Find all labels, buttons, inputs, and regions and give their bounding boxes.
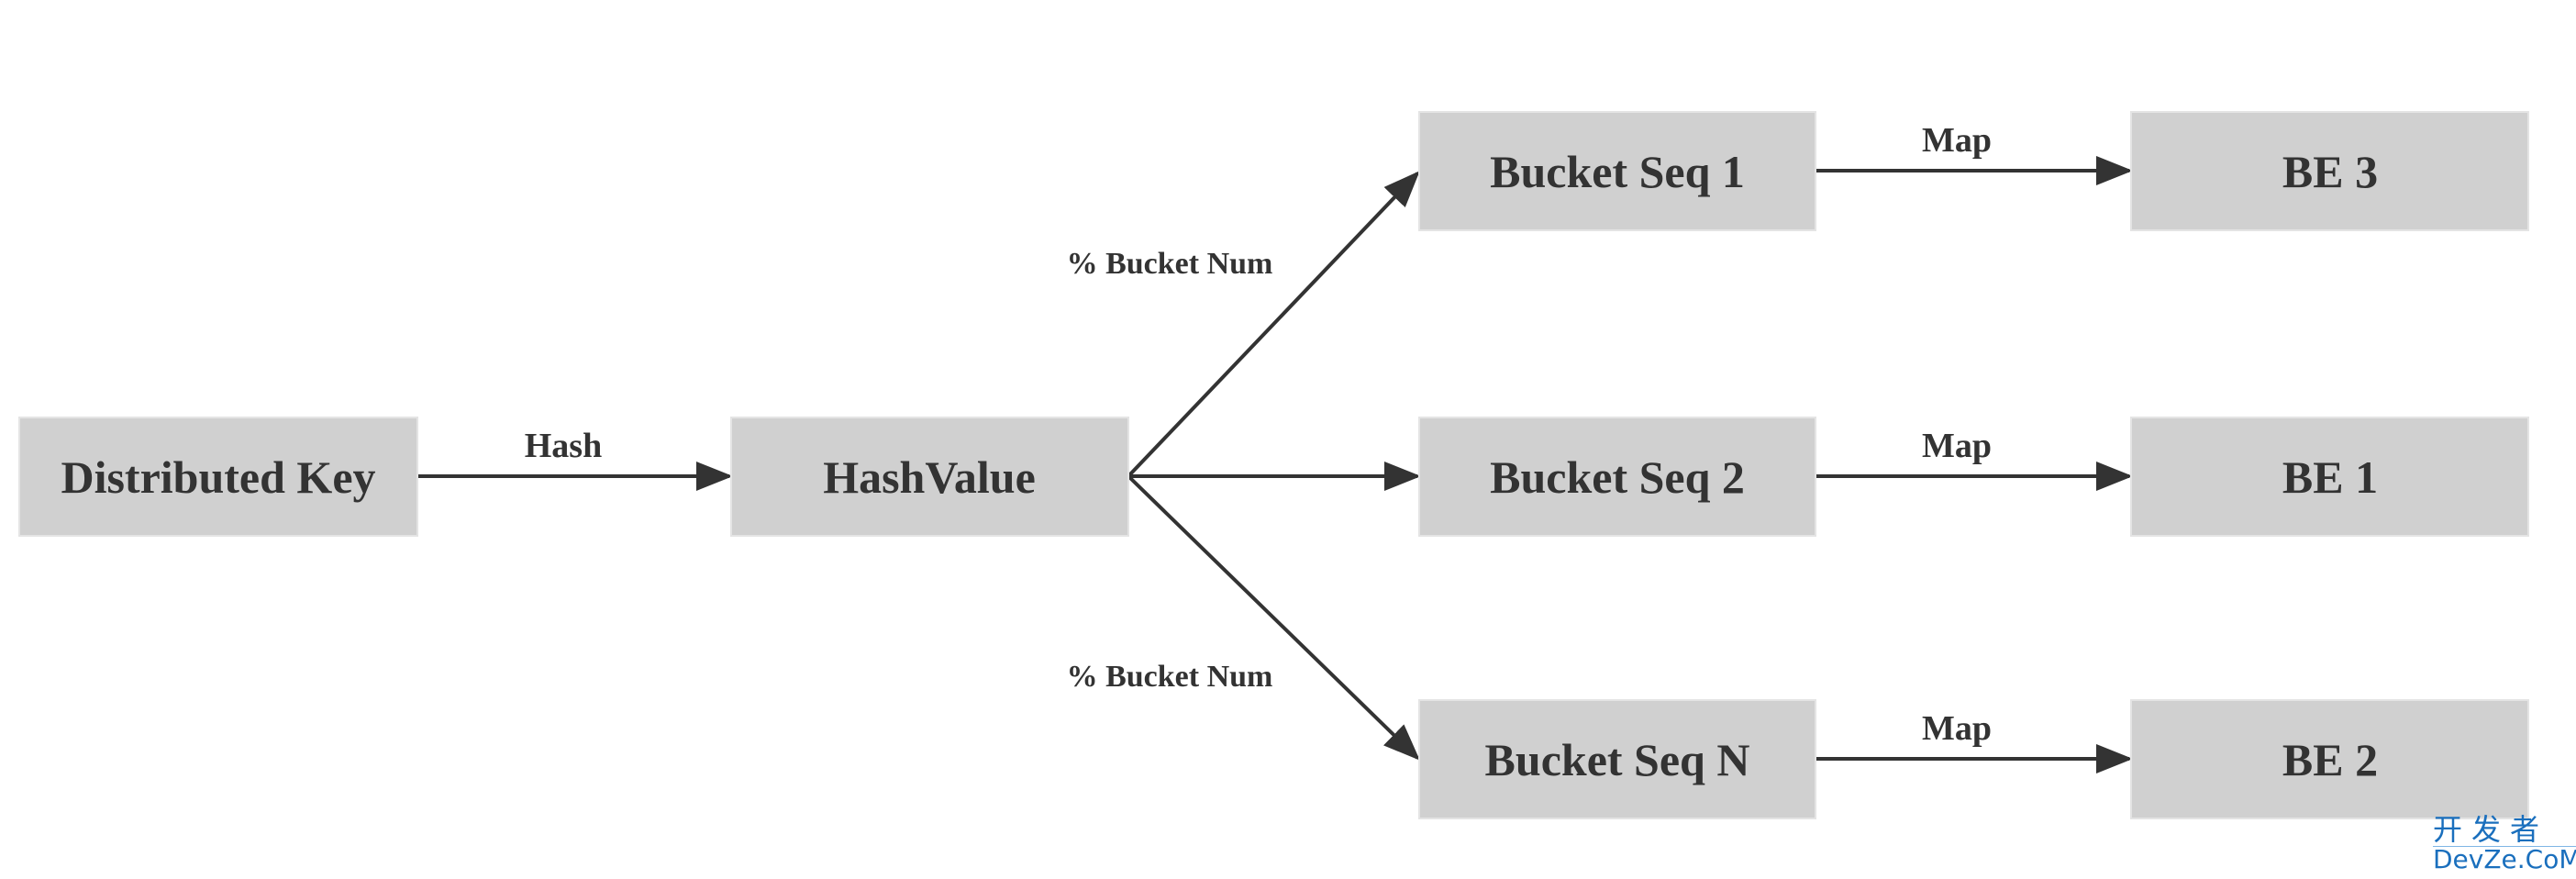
node-label: BE 2 (2282, 734, 2378, 785)
node-label: HashValue (823, 451, 1036, 503)
node-bucket-seq-1: Bucket Seq 1 (1418, 111, 1816, 231)
node-be-1: BE 1 (2130, 417, 2529, 537)
node-hash-value: HashValue (730, 417, 1129, 537)
node-label: Distributed Key (61, 451, 375, 503)
node-label: BE 1 (2282, 451, 2378, 503)
node-bucket-seq-2: Bucket Seq 2 (1418, 417, 1816, 537)
edge-to-bucket-1 (1127, 171, 1420, 478)
edge-to-bucket-n (1127, 474, 1420, 761)
node-distributed-key: Distributed Key (18, 417, 418, 537)
node-label: BE 3 (2282, 146, 2378, 197)
label-bucket-num-top: % Bucket Num (1067, 247, 1273, 281)
node-label: Bucket Seq N (1485, 734, 1750, 785)
distribution-diagram: Hash % Bucket Num % Bucket Num Map Map M… (18, 111, 2529, 819)
label-map-2: Map (1922, 427, 1992, 465)
label-bucket-num-bottom: % Bucket Num (1067, 660, 1273, 694)
label-hash: Hash (525, 427, 602, 465)
node-label: Bucket Seq 2 (1490, 451, 1745, 503)
node-bucket-seq-n: Bucket Seq N (1418, 699, 1816, 819)
node-be-2: BE 2 (2130, 699, 2529, 819)
watermark-logo: 开发者 DevZe.CoM (2433, 815, 2576, 873)
watermark-cn: 开发者 (2433, 815, 2576, 847)
node-be-3: BE 3 (2130, 111, 2529, 231)
label-map-n: Map (1922, 709, 1992, 748)
node-label: Bucket Seq 1 (1490, 146, 1745, 197)
label-map-1: Map (1922, 121, 1992, 160)
watermark-en: DevZe.CoM (2433, 844, 2576, 874)
